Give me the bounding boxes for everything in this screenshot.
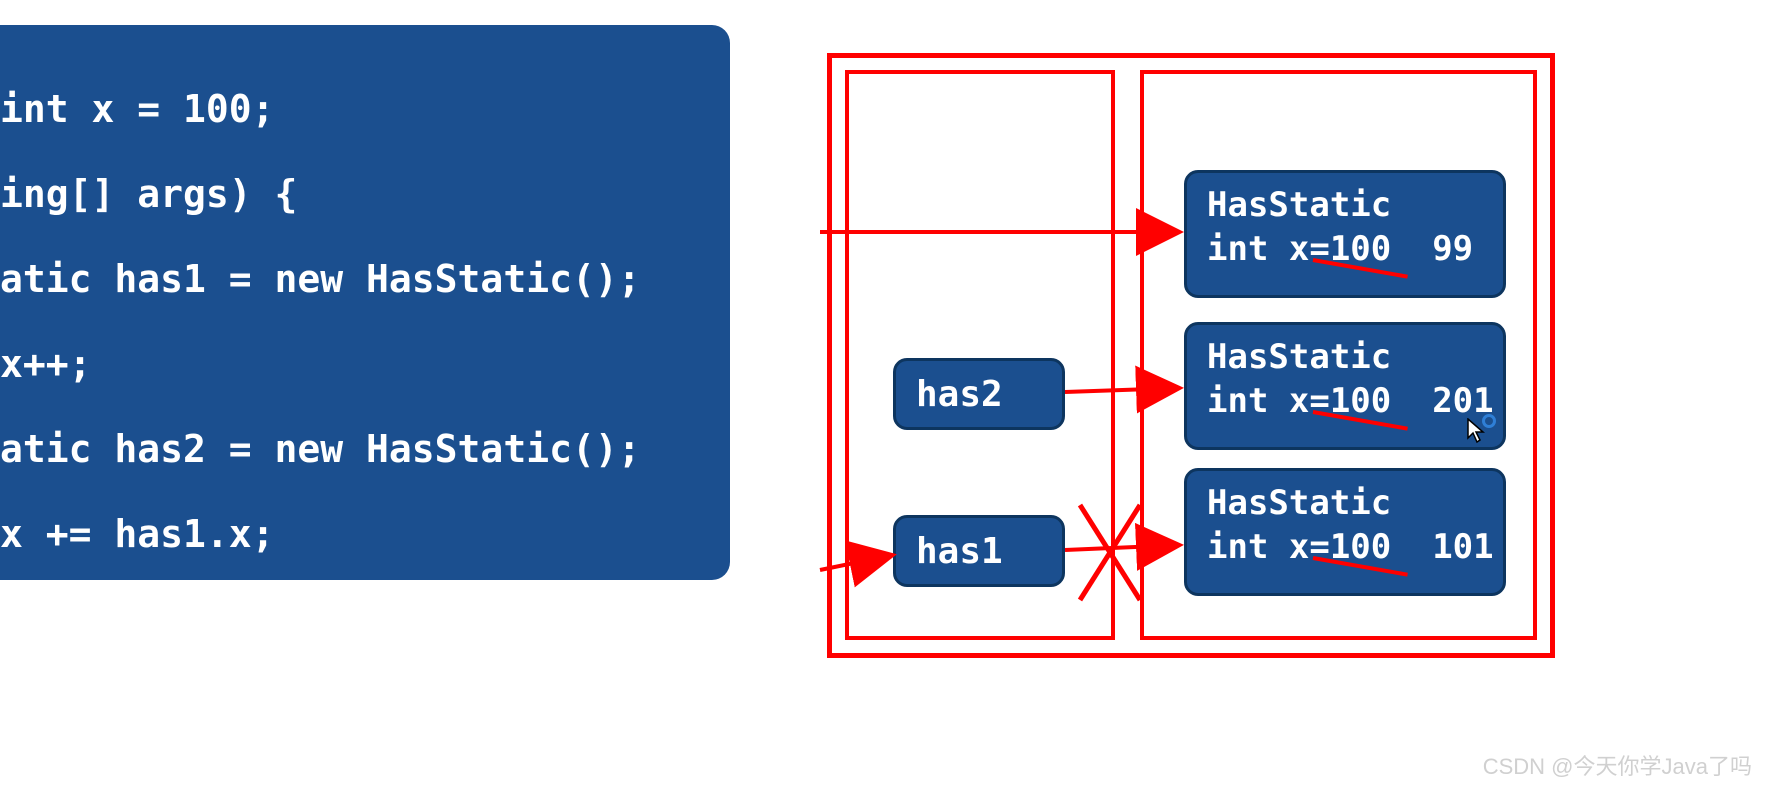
heap-obj-2: HasStatic int x=100 101 [1184,468,1506,596]
stack-var-label: has1 [916,531,1003,572]
code-line: atic has2 = new HasStatic(); [0,428,730,471]
heap-obj-1: HasStatic int x=100 201 [1184,322,1506,450]
heap-obj-0: HasStatic int x=100 99 [1184,170,1506,298]
loading-indicator-icon [1482,414,1496,428]
code-line: x += has1.x; [0,513,730,556]
code-panel: int x = 100; ing[] args) { atic has1 = n… [0,25,730,580]
obj-class: HasStatic [1207,337,1391,377]
watermark: CSDN @今天你学Java了吗 [1483,749,1752,781]
code-line: x++; [0,343,730,386]
code-line: int x = 100; [0,88,730,131]
stack-var-has2: has2 [893,358,1065,430]
stack-var-has1: has1 [893,515,1065,587]
code-line: atic has1 = new HasStatic(); [0,258,730,301]
stack-var-label: has2 [916,374,1003,415]
obj-class: HasStatic [1207,483,1391,523]
obj-class: HasStatic [1207,185,1391,225]
code-line: ing[] args) { [0,173,730,216]
